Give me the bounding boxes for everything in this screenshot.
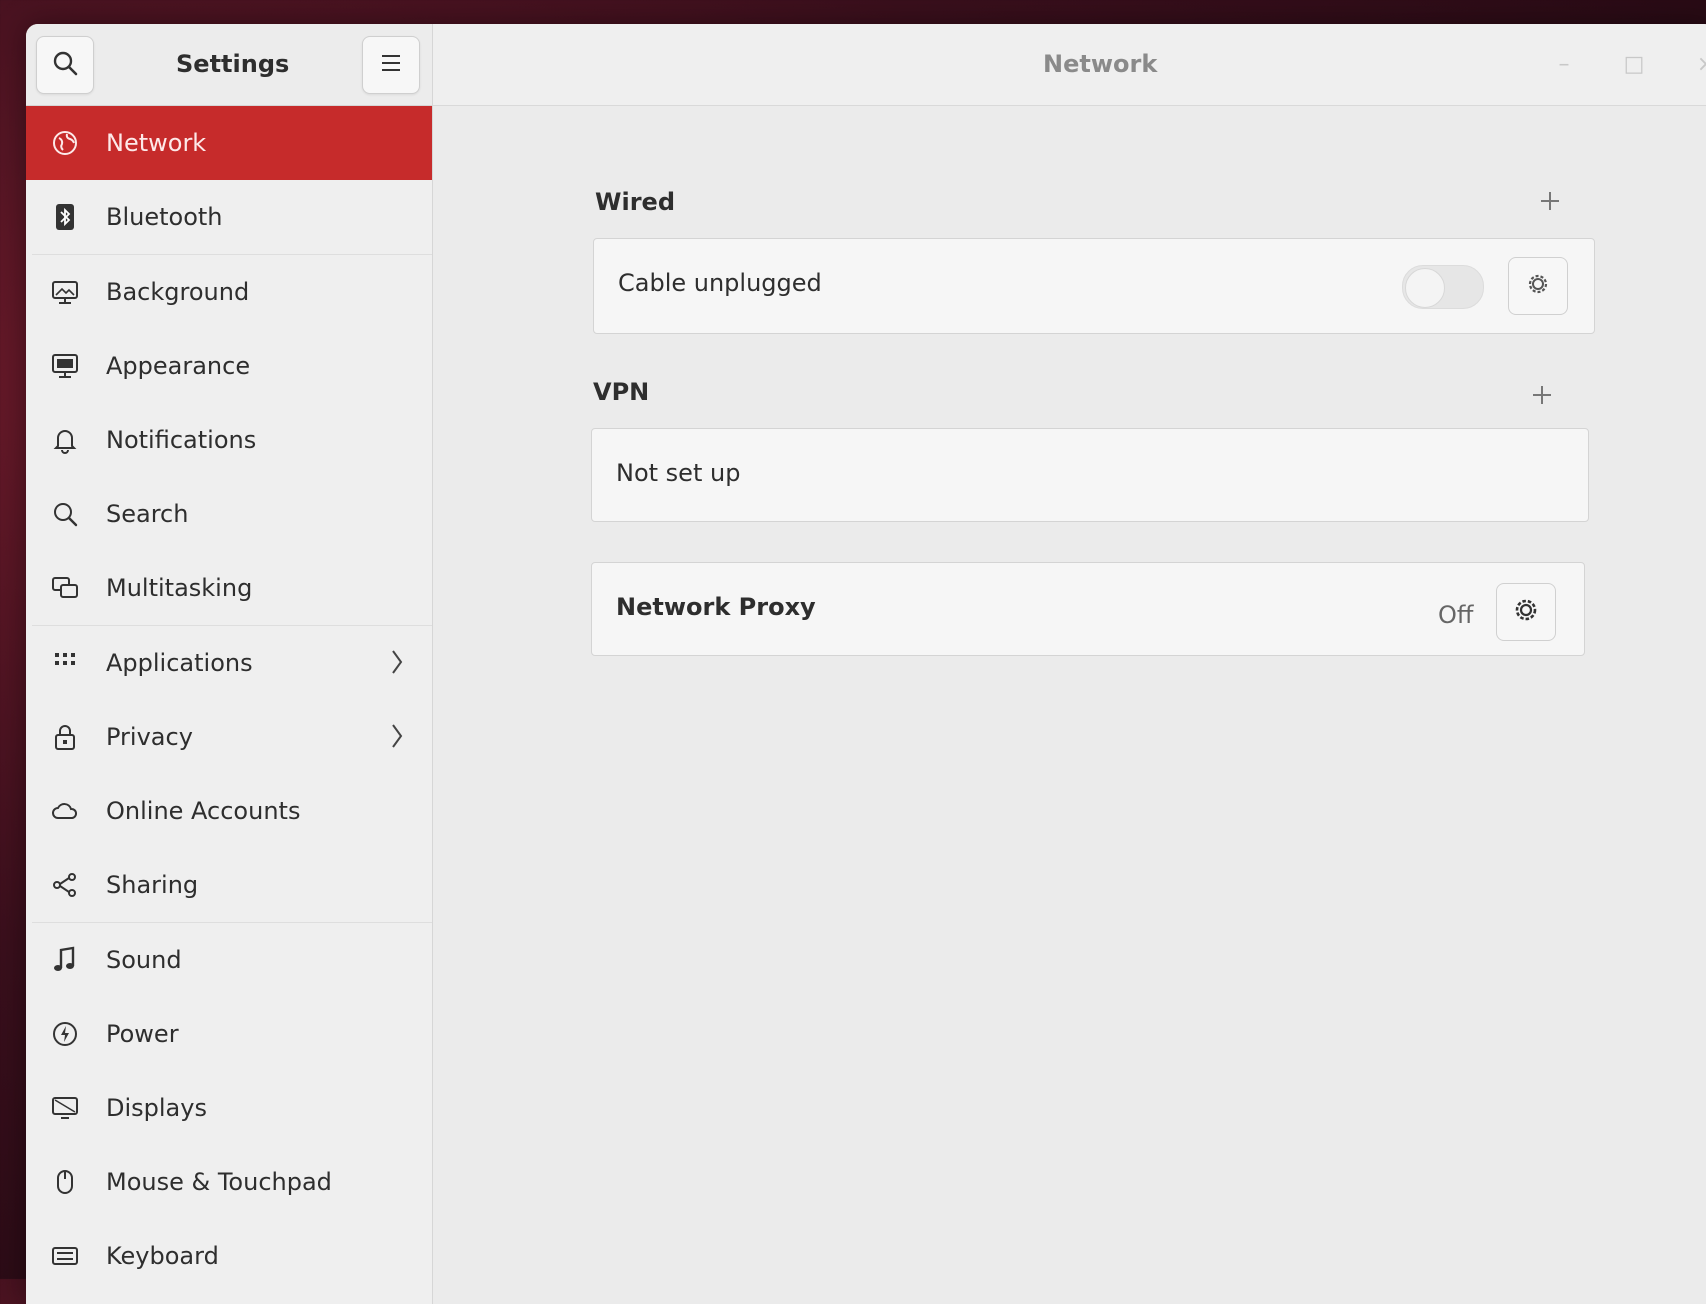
sidebar-item-label: Sharing bbox=[106, 871, 199, 899]
search-icon bbox=[52, 50, 78, 80]
sidebar-item-label: Notifications bbox=[106, 426, 257, 454]
search-icon bbox=[50, 499, 80, 529]
proxy-title: Network Proxy bbox=[616, 593, 816, 621]
share-icon bbox=[50, 870, 80, 900]
sidebar-item-label: Bluetooth bbox=[106, 203, 223, 231]
sidebar-item-sound[interactable]: Sound bbox=[26, 923, 432, 997]
sidebar-item-label: Network bbox=[106, 129, 207, 157]
bluetooth-icon bbox=[50, 202, 80, 232]
sidebar-item-label: Multitasking bbox=[106, 574, 253, 602]
settings-window: Settings Network – □ × Network Bluetooth bbox=[26, 24, 1706, 1304]
sidebar-item-label: Search bbox=[106, 500, 189, 528]
sidebar-item-mouse-touchpad[interactable]: Mouse & Touchpad bbox=[26, 1145, 432, 1219]
sidebar-header: Settings bbox=[26, 24, 433, 106]
sidebar-item-applications[interactable]: Applications bbox=[26, 626, 432, 700]
sidebar-item-notifications[interactable]: Notifications bbox=[26, 403, 432, 477]
sidebar-item-label: Privacy bbox=[106, 723, 193, 751]
bell-icon bbox=[50, 425, 80, 455]
multitasking-icon bbox=[50, 573, 80, 603]
sidebar-item-label: Appearance bbox=[106, 352, 251, 380]
vpn-row: Not set up bbox=[591, 428, 1589, 522]
sidebar-item-multitasking[interactable]: Multitasking bbox=[26, 551, 432, 625]
menu-button[interactable] bbox=[362, 36, 420, 94]
music-note-icon bbox=[50, 945, 80, 975]
minimize-button[interactable]: – bbox=[1549, 50, 1579, 80]
minimize-icon: – bbox=[1558, 52, 1570, 77]
gear-icon bbox=[1524, 270, 1552, 302]
sidebar-item-label: Keyboard bbox=[106, 1242, 219, 1270]
sidebar-item-network[interactable]: Network bbox=[26, 106, 432, 180]
wired-section-title: Wired bbox=[595, 188, 675, 216]
page-title: Network bbox=[1043, 50, 1158, 78]
sidebar-item-sharing[interactable]: Sharing bbox=[26, 848, 432, 922]
sidebar-item-search[interactable]: Search bbox=[26, 477, 432, 551]
chevron-right-icon bbox=[390, 648, 404, 682]
maximize-button[interactable]: □ bbox=[1619, 50, 1649, 80]
maximize-icon: □ bbox=[1623, 52, 1645, 77]
mouse-icon bbox=[50, 1167, 80, 1197]
vpn-section-title: VPN bbox=[593, 378, 650, 406]
add-vpn-button[interactable] bbox=[1525, 380, 1559, 414]
power-icon bbox=[50, 1019, 80, 1049]
sidebar-item-label: Power bbox=[106, 1020, 179, 1048]
app-title: Settings bbox=[176, 50, 290, 78]
gear-icon bbox=[1511, 595, 1541, 629]
chevron-right-icon bbox=[390, 722, 404, 756]
sidebar-item-online-accounts[interactable]: Online Accounts bbox=[26, 774, 432, 848]
network-icon bbox=[50, 128, 80, 158]
wired-status: Cable unplugged bbox=[618, 269, 822, 297]
sidebar-item-label: Mouse & Touchpad bbox=[106, 1168, 332, 1196]
grid-icon bbox=[50, 648, 80, 678]
proxy-status: Off bbox=[1438, 601, 1474, 629]
sidebar-item-label: Online Accounts bbox=[106, 797, 301, 825]
wired-connection-row: Cable unplugged bbox=[593, 238, 1595, 334]
display-icon bbox=[50, 1093, 80, 1123]
sidebar-item-label: Background bbox=[106, 278, 250, 306]
wired-toggle[interactable] bbox=[1402, 265, 1484, 309]
hamburger-icon bbox=[380, 53, 402, 77]
plus-icon bbox=[1539, 190, 1561, 216]
network-panel: Wired Cable unplugged VPN Not set up Net… bbox=[433, 106, 1706, 1304]
search-button[interactable] bbox=[36, 36, 94, 94]
background-icon bbox=[50, 277, 80, 307]
toggle-knob bbox=[1405, 268, 1445, 308]
sidebar-item-keyboard[interactable]: Keyboard bbox=[26, 1219, 432, 1293]
close-icon: × bbox=[1697, 52, 1706, 77]
wired-settings-button[interactable] bbox=[1508, 257, 1568, 315]
network-proxy-row[interactable]: Network Proxy Off bbox=[591, 562, 1585, 656]
sidebar-item-bluetooth[interactable]: Bluetooth bbox=[26, 180, 432, 254]
appearance-icon bbox=[50, 351, 80, 381]
sidebar-item-power[interactable]: Power bbox=[26, 997, 432, 1071]
sidebar-item-label: Applications bbox=[106, 649, 253, 677]
add-wired-button[interactable] bbox=[1533, 186, 1567, 220]
keyboard-icon bbox=[50, 1241, 80, 1271]
sidebar-item-label: Displays bbox=[106, 1094, 207, 1122]
sidebar-item-appearance[interactable]: Appearance bbox=[26, 329, 432, 403]
vpn-status: Not set up bbox=[616, 459, 741, 487]
content-header: Network – □ × bbox=[433, 24, 1706, 106]
proxy-settings-button[interactable] bbox=[1496, 583, 1556, 641]
sidebar-item-privacy[interactable]: Privacy bbox=[26, 700, 432, 774]
sidebar-item-background[interactable]: Background bbox=[26, 255, 432, 329]
plus-icon bbox=[1531, 384, 1553, 410]
sidebar: Network Bluetooth Background Appearance bbox=[26, 106, 433, 1304]
lock-icon bbox=[50, 722, 80, 752]
cloud-icon bbox=[50, 796, 80, 826]
sidebar-item-displays[interactable]: Displays bbox=[26, 1071, 432, 1145]
close-button[interactable]: × bbox=[1691, 50, 1706, 80]
sidebar-item-label: Sound bbox=[106, 946, 182, 974]
